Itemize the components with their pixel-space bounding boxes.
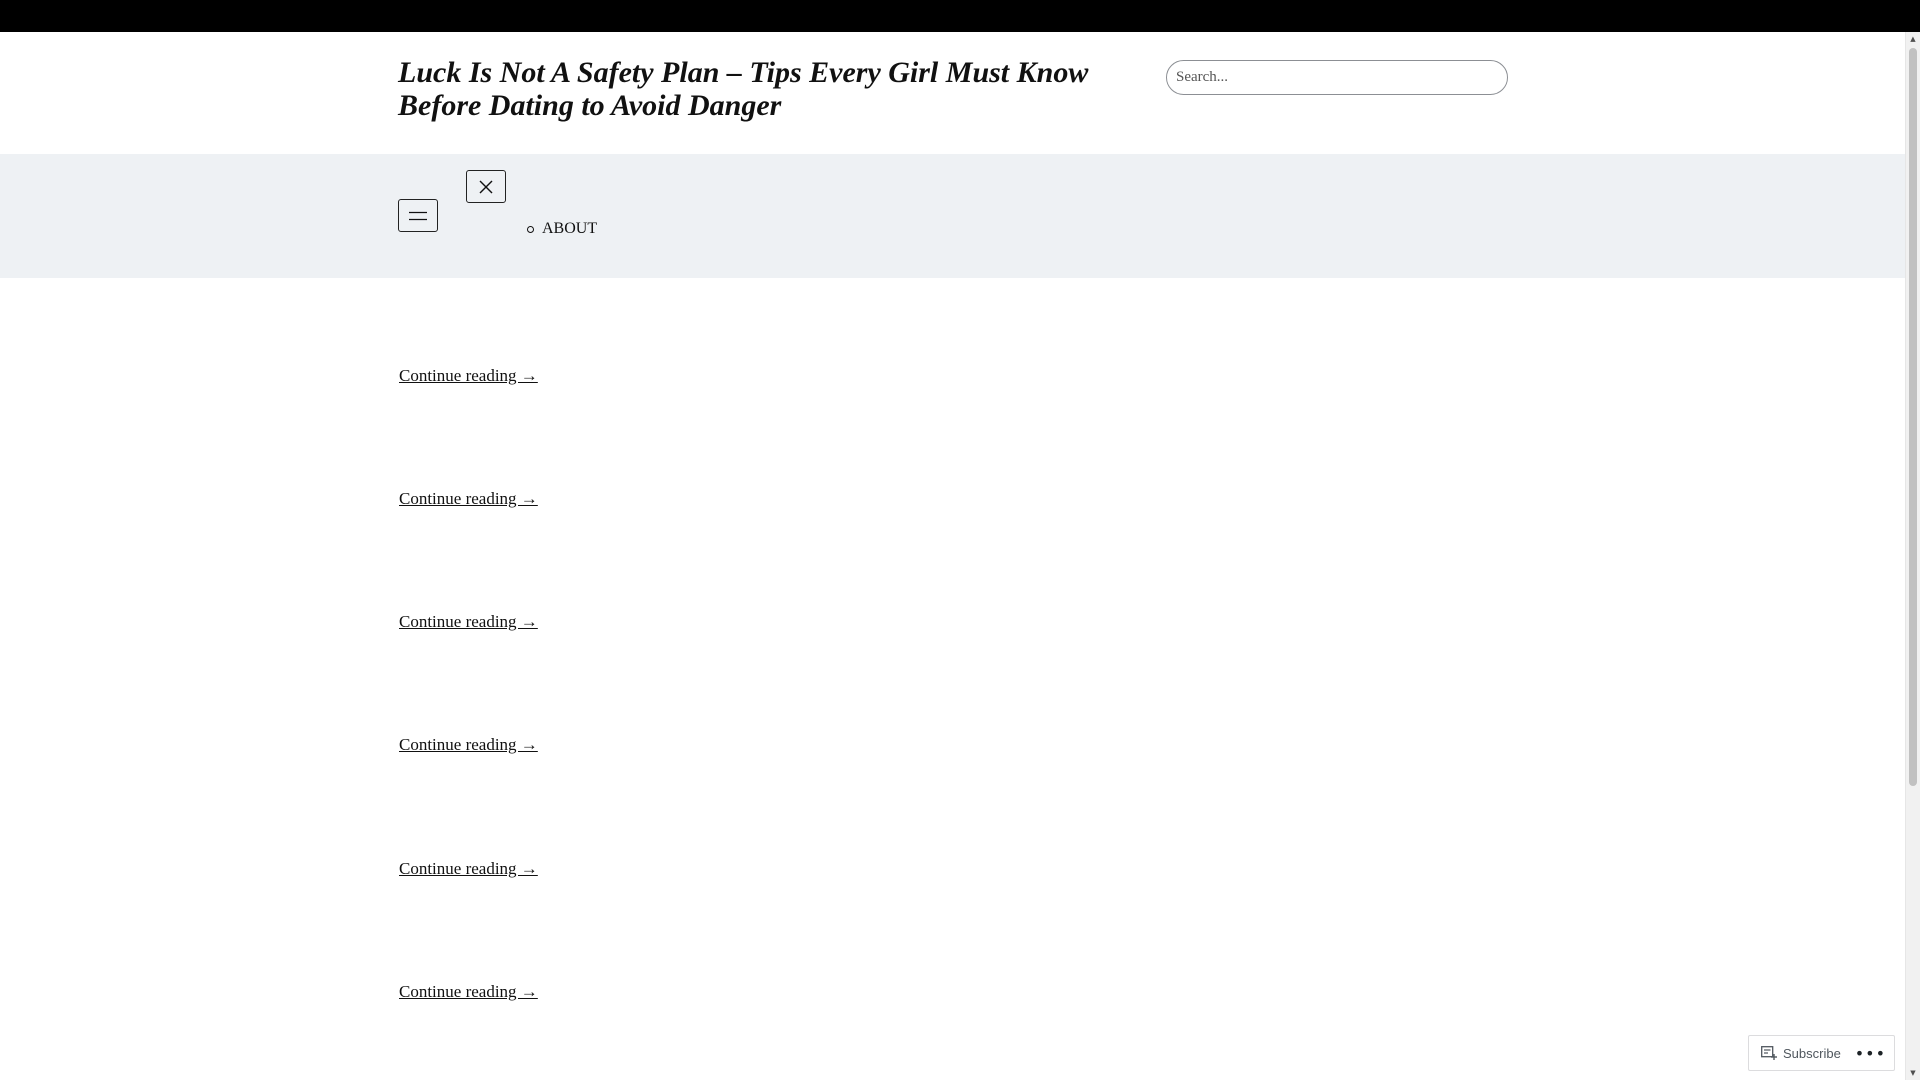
search-input[interactable] <box>1166 60 1508 95</box>
site-header: Luck Is Not A Safety Plan – Tips Every G… <box>0 32 1905 154</box>
subscribe-label: Subscribe <box>1783 1045 1841 1061</box>
ellipsis-icon[interactable]: ••• <box>1855 1036 1886 1070</box>
vertical-scrollbar[interactable]: ▲ ▼ <box>1905 32 1920 1080</box>
nav-menu-list: ABOUT <box>527 220 597 238</box>
close-menu-button[interactable] <box>466 170 506 203</box>
site-title[interactable]: Luck Is Not A Safety Plan – Tips Every G… <box>398 56 1098 122</box>
continue-reading-link[interactable]: Continue reading → <box>399 982 538 1002</box>
continue-reading-link[interactable]: Continue reading → <box>399 366 538 386</box>
scroll-down-arrow-icon[interactable]: ▼ <box>1906 1066 1920 1080</box>
continue-reading-link[interactable]: Continue reading → <box>399 735 538 755</box>
continue-reading-link[interactable]: Continue reading → <box>399 489 538 509</box>
scrollbar-thumb[interactable] <box>1909 48 1917 786</box>
page-viewport: Luck Is Not A Safety Plan – Tips Every G… <box>0 32 1905 1080</box>
subscribe-bar: Subscribe ••• <box>1748 1035 1895 1071</box>
list-bullet <box>527 225 534 233</box>
admin-bar <box>0 0 1920 32</box>
continue-reading-link[interactable]: Continue reading → <box>399 859 538 879</box>
continue-reading-link[interactable]: Continue reading → <box>399 612 538 632</box>
reader-subscribe-icon <box>1761 1046 1777 1060</box>
navigation-band: ABOUT <box>0 154 1905 278</box>
close-icon <box>478 179 494 195</box>
subscribe-button[interactable]: Subscribe <box>1749 1036 1841 1070</box>
nav-link-about[interactable]: ABOUT <box>542 220 597 238</box>
scroll-up-arrow-icon[interactable]: ▲ <box>1906 32 1920 46</box>
open-menu-button[interactable] <box>398 199 438 232</box>
hamburger-menu-icon <box>409 211 427 221</box>
nav-item-about: ABOUT <box>527 220 597 238</box>
